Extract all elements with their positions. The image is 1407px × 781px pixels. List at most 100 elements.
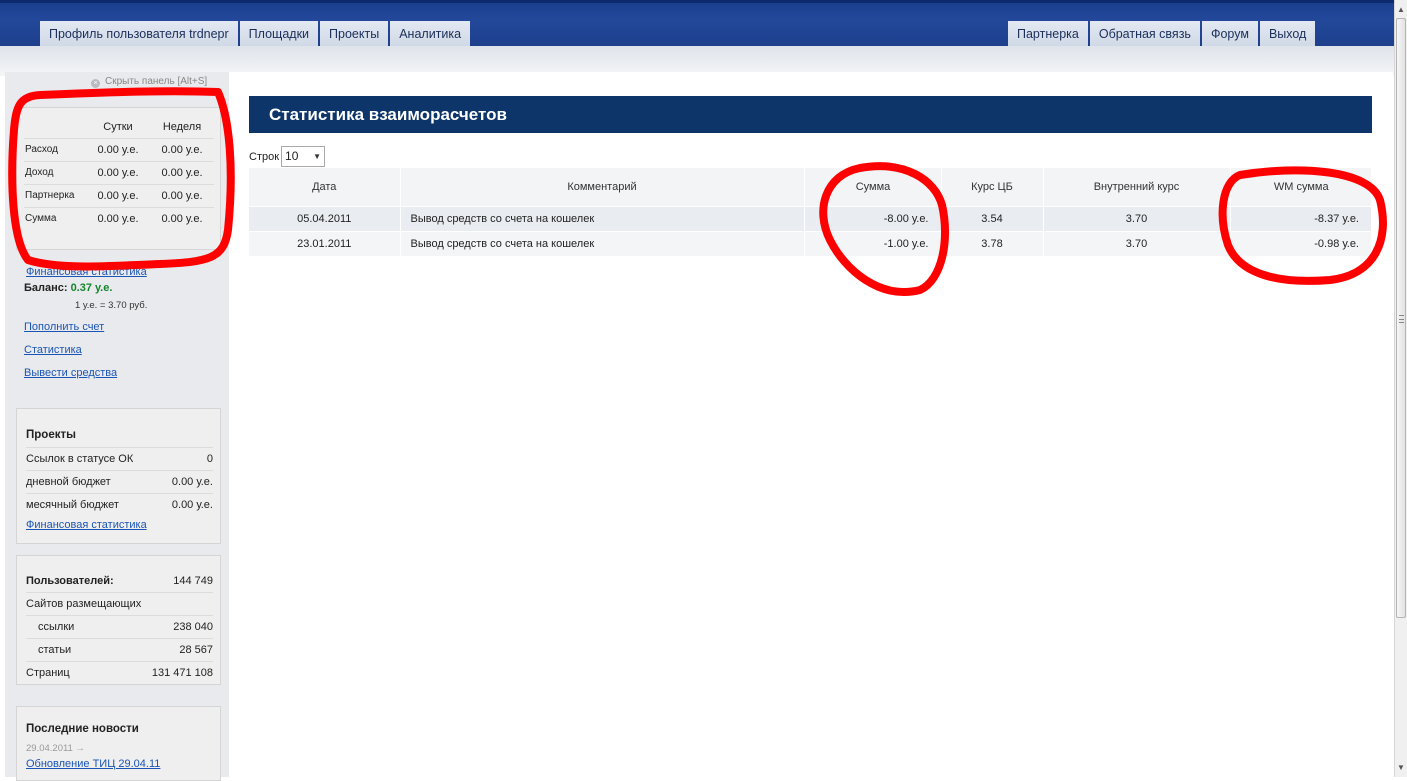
finance-row-label: Расход (24, 137, 86, 161)
balance: Баланс: 0.37 у.е. (24, 282, 112, 294)
exchange-rate: 1 у.е. = 3.70 руб. (75, 300, 148, 311)
top-up-link[interactable]: Пополнить счет (24, 321, 104, 333)
withdraw-link[interactable]: Вывести средства (24, 367, 117, 379)
rows-per-page-control: Строк 10 ▼ (249, 146, 326, 167)
table-header-row: Дата Комментарий Сумма Курс ЦБ Внутренни… (249, 168, 1372, 206)
nav-profile[interactable]: Профиль пользователя trdnepr (40, 21, 238, 47)
nav-analytics[interactable]: Аналитика (390, 21, 471, 47)
cell-wm-sum: -8.37 у.е. (1230, 205, 1372, 231)
arrow-right-icon: → (75, 743, 85, 754)
top-navigation-bar: Профиль пользователя trdnepr Площадки Пр… (0, 0, 1394, 47)
stats-row-key: Пользователей: (26, 574, 114, 587)
cell-cb-rate: 3.78 (941, 230, 1044, 256)
finance-header-empty (24, 116, 86, 138)
finance-row-week: 0.00 у.е. (150, 183, 214, 207)
rows-per-page-select[interactable]: 10 ▼ (281, 146, 326, 167)
cell-comment: Вывод средств со счета на кошелек (400, 205, 805, 231)
sidebar: × Скрыть панель [Alt+S] Сутки Неделя Расх… (5, 72, 229, 781)
projects-row-key: месячный бюджет (26, 499, 119, 511)
projects-row-key: Ссылок в статусе ОК (26, 453, 134, 465)
finance-row-day: 0.00 у.е. (86, 160, 150, 184)
col-inner-rate-header[interactable]: Внутренний курс (1043, 168, 1231, 206)
finance-table: Сутки Неделя Расход 0.00 у.е. 0.00 у.е. … (24, 116, 214, 230)
nav-right: Партнерка Обратная связь Форум Выход (1008, 21, 1316, 47)
cell-sum: -8.00 у.е. (804, 205, 942, 231)
rows-select-value: 10 (285, 149, 299, 163)
projects-row-value: 0 (206, 453, 213, 465)
projects-box: Проекты Ссылок в статусе ОК 0 дневной бю… (16, 408, 221, 544)
finance-row-day: 0.00 у.е. (86, 137, 150, 161)
grip-icon (1399, 315, 1404, 323)
projects-row: дневной бюджет 0.00 у.е. (26, 470, 213, 493)
col-comment-header[interactable]: Комментарий (400, 168, 805, 206)
stats-row: Страниц 131 471 108 (26, 661, 213, 684)
finance-stats-link[interactable]: Финансовая статистика (26, 266, 147, 278)
finance-row-label: Доход (24, 160, 86, 184)
stats-row: Пользователей: 144 749 (26, 569, 213, 592)
hide-panel-button[interactable]: × Скрыть панель [Alt+S] (91, 76, 207, 88)
projects-row-value: 0.00 у.е. (171, 499, 213, 511)
page-title: Статистика взаиморасчетов (249, 96, 1372, 133)
cell-cb-rate: 3.54 (941, 205, 1044, 231)
col-sum-header[interactable]: Сумма (804, 168, 942, 206)
main-content: Статистика взаиморасчетов Строк 10 ▼ Дат… (229, 72, 1393, 777)
projects-row: месячный бюджет 0.00 у.е. (26, 493, 213, 516)
finance-row-partner: Партнерка 0.00 у.е. 0.00 у.е. (24, 183, 214, 207)
balance-value: 0.37 у.е. (70, 282, 113, 294)
stats-row: ссылки 238 040 (26, 615, 213, 638)
finance-row-income: Доход 0.00 у.е. 0.00 у.е. (24, 160, 214, 184)
cell-wm-sum: -0.98 у.е. (1230, 230, 1372, 256)
table-row: 23.01.2011 Вывод средств со счета на кош… (249, 230, 1372, 256)
rows-label: Строк (249, 150, 280, 163)
news-title: Последние новости (26, 723, 139, 735)
chevron-down-icon: ▼ (313, 152, 322, 161)
cell-inner-rate: 3.70 (1043, 205, 1231, 231)
nav-projects[interactable]: Проекты (320, 21, 389, 47)
cell-date: 05.04.2011 (249, 205, 401, 231)
stats-row: Сайтов размещающих (26, 592, 213, 615)
nav-logout[interactable]: Выход (1259, 21, 1316, 47)
statistics-link[interactable]: Статистика (24, 344, 82, 356)
projects-finance-link[interactable]: Финансовая статистика (26, 519, 147, 531)
scrollbar-thumb[interactable] (1396, 18, 1406, 618)
nav-partner[interactable]: Партнерка (1008, 21, 1088, 47)
finance-header-week: Неделя (162, 120, 202, 133)
col-wm-sum-header[interactable]: WM сумма (1230, 168, 1372, 206)
news-date-text: 29.04.2011 (26, 743, 73, 754)
arrow-down-icon[interactable]: ▼ (1395, 761, 1407, 774)
hide-panel-label: Скрыть панель [Alt+S] (105, 76, 208, 87)
cell-comment: Вывод средств со счета на кошелек (400, 230, 805, 256)
projects-title: Проекты (26, 429, 76, 441)
projects-row: Ссылок в статусе ОК 0 (26, 447, 213, 470)
finance-summary-box: Сутки Неделя Расход 0.00 у.е. 0.00 у.е. … (16, 107, 221, 278)
finance-row-week: 0.00 у.е. (150, 206, 214, 230)
projects-row-value: 0.00 у.е. (171, 476, 213, 488)
stats-row-key: Страниц (26, 667, 70, 679)
arrow-up-icon[interactable]: ▲ (1395, 3, 1407, 16)
nav-forum[interactable]: Форум (1201, 21, 1258, 47)
projects-row-key: дневной бюджет (26, 476, 111, 488)
nav-feedback[interactable]: Обратная связь (1089, 21, 1200, 47)
stats-row-key: статьи (38, 644, 72, 656)
news-link[interactable]: Обновление ТИЦ 29.04.11 (26, 758, 160, 770)
close-circle-icon: × (91, 79, 100, 88)
finance-row-week: 0.00 у.е. (150, 137, 214, 161)
finance-row-expense: Расход 0.00 у.е. 0.00 у.е. (24, 137, 214, 161)
finance-row-day: 0.00 у.е. (86, 183, 150, 207)
nav-left: Профиль пользователя trdnepr Площадки Пр… (40, 21, 471, 47)
balance-label: Баланс: (24, 282, 68, 294)
stats-row-key: Сайтов размещающих (26, 598, 142, 610)
finance-row-day: 0.00 у.е. (86, 206, 150, 230)
table-row: 05.04.2011 Вывод средств со счета на кош… (249, 205, 1372, 231)
col-cb-rate-header[interactable]: Курс ЦБ (941, 168, 1044, 206)
stats-row-value: 238 040 (173, 621, 213, 633)
finance-row-label: Сумма (24, 206, 86, 230)
col-date-header[interactable]: Дата (249, 168, 401, 206)
cell-sum: -1.00 у.е. (804, 230, 942, 256)
nav-platforms[interactable]: Площадки (239, 21, 319, 47)
finance-header-day: Сутки (103, 120, 133, 133)
page-scrollbar[interactable]: ▲ ▼ (1394, 0, 1407, 777)
stats-row-value: 144 749 (173, 574, 213, 587)
finance-row-week: 0.00 у.е. (150, 160, 214, 184)
site-stats-box: Пользователей: 144 749 Сайтов размещающи… (16, 555, 221, 685)
